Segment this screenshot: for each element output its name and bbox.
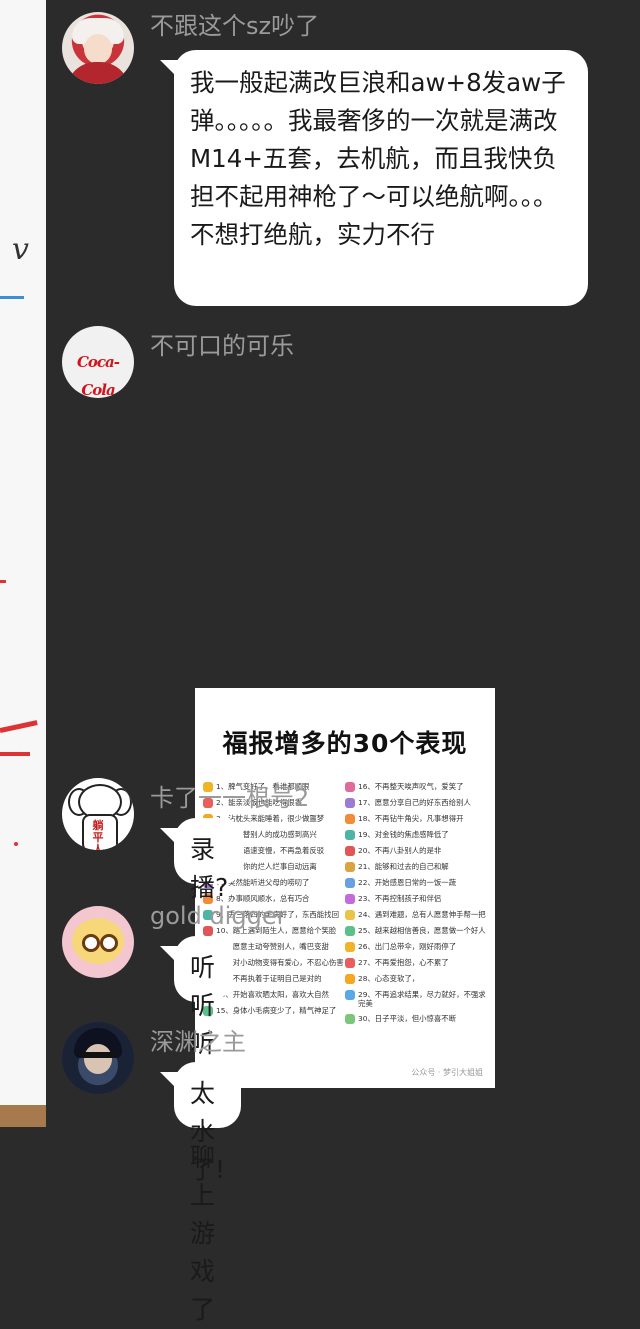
- red-mark: [14, 842, 18, 846]
- handwritten-glyph: v: [12, 232, 29, 267]
- image-list-text: 24、遇到难题，总有人愿意伸手帮一把: [358, 910, 486, 919]
- blue-mark: [0, 296, 24, 299]
- message-bubble[interactable]: 我一般起满改巨浪和aw+8发aw子弹。。。。。我最奢侈的一次就是满改M14+五套…: [160, 50, 588, 306]
- emoji-icon: [345, 942, 355, 952]
- image-list-text: 16、不再整天唉声叹气，爱笑了: [358, 782, 464, 791]
- image-list-text: 15、身体小毛病变少了，精气神足了: [216, 1006, 337, 1015]
- image-list-text: 27、不再爱抱怨，心不累了: [358, 958, 449, 967]
- image-list-text: 14、开始喜欢晒太阳，喜欢大自然: [216, 990, 329, 999]
- image-list-item: 29、不再追求结果，尽力就好，不强求完美: [345, 990, 487, 1008]
- image-list-text: 29、不再追求结果，尽力就好，不强求完美: [358, 990, 486, 1008]
- image-list-item: 23、不再控制孩子和伴侣: [345, 894, 487, 904]
- image-list-item: 21、能够和过去的自己和解: [345, 862, 487, 872]
- emoji-icon: [345, 1014, 355, 1024]
- image-list-text: 25、越来越相信善良，愿意做一个好人: [358, 926, 486, 935]
- message-bubble[interactable]: 录播?: [159, 818, 245, 902]
- avatar[interactable]: Coca-Cola: [62, 326, 134, 398]
- message-bubble[interactable]: 太水了!: [159, 1062, 242, 1184]
- image-list-text: 17、愿意分享自己的好东西给别人: [358, 798, 471, 807]
- image-list-text: 13、不再执着于证明自己是对的: [216, 974, 322, 983]
- emoji-icon: [345, 798, 355, 808]
- image-list-text: 22、开始感恩日常的一饭一蔬: [358, 878, 457, 887]
- image-list-item: 15、身体小毛病变少了，精气神足了: [203, 1006, 345, 1016]
- image-list-item: 26、出门总带伞，刚好雨停了: [345, 942, 487, 952]
- avatar[interactable]: [62, 1022, 134, 1094]
- emoji-icon: [345, 846, 355, 856]
- emoji-icon: [345, 910, 355, 920]
- sender-name: 卡了一一根号2: [150, 784, 310, 812]
- message-bubble[interactable]: 听听听咋还聊上游戏了: [159, 936, 232, 1324]
- sender-name: 不可口的可乐: [150, 332, 294, 360]
- emoji-icon: [345, 926, 355, 936]
- image-list-item: 18、不再钻牛角尖，凡事想得开: [345, 814, 487, 824]
- avatar[interactable]: [62, 906, 134, 978]
- image-list-item: 27、不再爱抱怨，心不累了: [345, 958, 487, 968]
- image-list-text: 30、日子平淡，但小惊喜不断: [358, 1014, 457, 1023]
- sender-name: gold digger: [150, 902, 287, 930]
- image-list-right: 16、不再整天唉声叹气，爱笑了 17、愿意分享自己的好东西给别人 18、不再钻牛角尖…: [345, 782, 487, 1030]
- avatar-text: 躺平人: [92, 819, 104, 851]
- image-title: 福报增多的30个表现: [222, 729, 468, 758]
- red-mark: [0, 720, 38, 733]
- red-mark: [0, 580, 6, 583]
- image-list-text: 19、对金钱的焦虑感降低了: [358, 830, 449, 839]
- sender-name: 不跟这个sz吵了: [150, 12, 320, 40]
- emoji-icon: [345, 782, 355, 792]
- image-list-text: 21、能够和过去的自己和解: [358, 862, 449, 871]
- image-list-item: 19、对金钱的焦虑感降低了: [345, 830, 487, 840]
- emoji-icon: [345, 990, 355, 1000]
- image-list-item: 24、遇到难题，总有人愿意伸手帮一把: [345, 910, 487, 920]
- image-list-item: 20、不再八卦别人的是非: [345, 846, 487, 856]
- desk-edge: [0, 1105, 46, 1127]
- image-list-text: 12、对小动物变得有爱心，不忍心伤害: [216, 958, 344, 967]
- coca-cola-logo: Coca-Cola: [76, 353, 120, 398]
- emoji-icon: [345, 878, 355, 888]
- emoji-icon: [345, 894, 355, 904]
- image-list-text: 23、不再控制孩子和伴侣: [358, 894, 442, 903]
- sender-name: 深渊之主: [150, 1028, 246, 1056]
- image-watermark: 公众号 · 梦引大姐姐: [411, 1068, 483, 1077]
- image-list-item: 28、心态变软了，: [345, 974, 487, 984]
- emoji-icon: [345, 974, 355, 984]
- background-page-strip: v: [0, 0, 46, 1127]
- red-mark: [0, 752, 30, 756]
- emoji-icon: [345, 830, 355, 840]
- image-list-text: 20、不再八卦别人的是非: [358, 846, 442, 855]
- image-list-item: 30、日子平淡，但小惊喜不断: [345, 1014, 487, 1024]
- emoji-icon: [345, 958, 355, 968]
- image-list-text: 26、出门总带伞，刚好雨停了: [358, 942, 457, 951]
- image-list-item: 22、开始感恩日常的一饭一蔬: [345, 878, 487, 888]
- emoji-icon: [345, 814, 355, 824]
- image-list-item: 25、越来越相信善良，愿意做一个好人: [345, 926, 487, 936]
- avatar[interactable]: 躺平人: [62, 778, 134, 850]
- emoji-icon: [345, 862, 355, 872]
- image-list-item: 16、不再整天唉声叹气，爱笑了: [345, 782, 487, 792]
- image-list-text: 11、愿意主动夸赞别人，嘴巴变甜: [216, 942, 329, 951]
- image-list-item: 17、愿意分享自己的好东西给别人: [345, 798, 487, 808]
- image-list-text: 28、心态变软了，: [358, 974, 420, 983]
- avatar[interactable]: [62, 12, 134, 84]
- image-list-text: 18、不再钻牛角尖，凡事想得开: [358, 814, 464, 823]
